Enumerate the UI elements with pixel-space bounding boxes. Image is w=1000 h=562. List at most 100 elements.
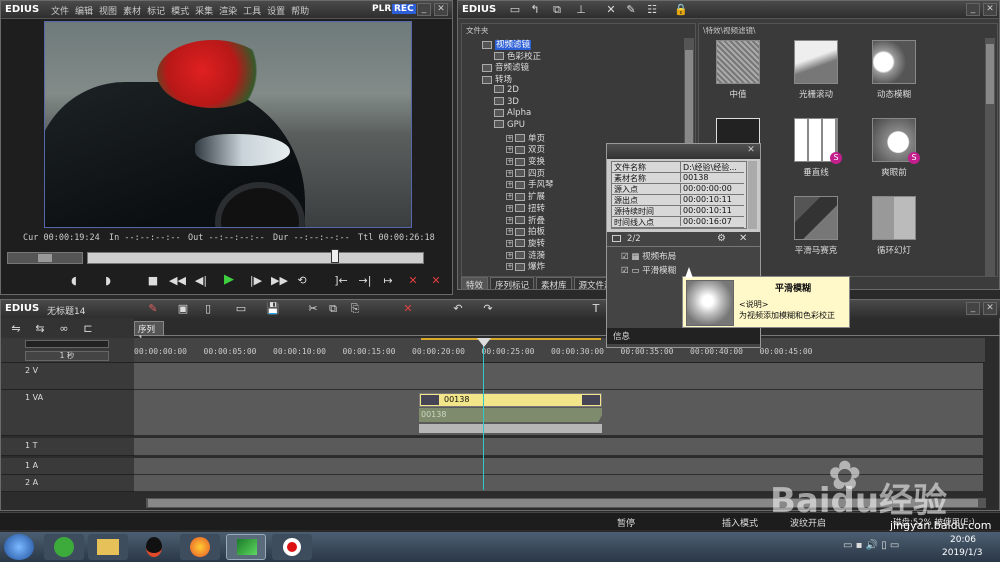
tree-item[interactable]: + 涟漪	[506, 249, 545, 261]
props-icon[interactable]: ✎	[624, 3, 638, 17]
tree-item[interactable]: 2D	[494, 85, 519, 95]
tl-paste-icon[interactable]: ⎘	[348, 302, 362, 316]
minimize-button[interactable]: _	[417, 3, 431, 16]
playhead-handle[interactable]	[477, 338, 491, 347]
effect-raster-scroll[interactable]	[794, 40, 838, 84]
tree-item[interactable]: 音频滤镜	[482, 61, 529, 73]
effect-mosaic-smooth[interactable]	[794, 196, 838, 240]
video-clip[interactable]: 00138	[419, 393, 602, 407]
tree-item[interactable]: + 四页	[506, 167, 545, 179]
tl-minimize-button[interactable]: _	[966, 302, 980, 315]
taskbar-qq-icon[interactable]	[134, 534, 174, 560]
start-button[interactable]	[4, 534, 34, 560]
track-header-2v[interactable]: 2 V	[1, 363, 134, 390]
rewind-icon[interactable]: ◀◀	[169, 274, 186, 288]
menu-item-10[interactable]: 帮助	[291, 4, 309, 17]
tl-cut-icon[interactable]: ✂	[306, 302, 320, 316]
filter-row-smooth-blur[interactable]: ☑ ▭ 平滑模糊	[621, 264, 676, 276]
snap-icon[interactable]: ⊏	[81, 322, 95, 336]
copy-icon[interactable]: ⧉	[550, 3, 564, 17]
lock-icon[interactable]: 🔒	[674, 3, 688, 17]
filter-row-layout[interactable]: ☑ ▦ 视频布局	[621, 250, 676, 262]
link-icon[interactable]: ⇋	[9, 322, 23, 336]
tree-item[interactable]: + 单页	[506, 132, 545, 144]
tl-close-button[interactable]: ✕	[983, 302, 997, 315]
tray-icons[interactable]: ▭ ▪ 🔊 ▯ ▭	[843, 540, 899, 551]
stop-icon[interactable]: ■	[146, 274, 160, 288]
fast-forward-icon[interactable]: ▶▶	[271, 274, 288, 288]
menu-item-8[interactable]: 工具	[243, 4, 261, 17]
tree-item[interactable]: 色彩校正	[494, 50, 541, 62]
overwrite-icon[interactable]: →|	[358, 274, 372, 288]
tree-item[interactable]: GPU	[494, 120, 525, 130]
tree-item[interactable]: + 扩展	[506, 190, 545, 202]
menu-item-0[interactable]: 文件	[51, 4, 69, 17]
track-lane-2v[interactable]	[134, 363, 983, 390]
set-out-icon[interactable]: ◗	[101, 274, 115, 288]
tl-disk-icon[interactable]: 💾	[266, 302, 280, 316]
menu-item-2[interactable]: 视图	[99, 4, 117, 17]
taskbar-edius-icon[interactable]	[226, 534, 266, 560]
tree-item[interactable]: + 双页	[506, 143, 545, 155]
more-icon[interactable]: ✕	[429, 274, 443, 288]
taskbar-firefox-icon[interactable]	[180, 534, 220, 560]
step-back-icon[interactable]: ◀|	[194, 274, 208, 288]
sequence-tab[interactable]: 序列1	[134, 321, 164, 345]
filter-settings-icon[interactable]: ⚙	[717, 233, 726, 244]
effects-scrollbar[interactable]	[985, 38, 995, 276]
position-marker[interactable]	[331, 249, 339, 263]
track-header-1a[interactable]: 1 A	[1, 458, 134, 475]
bin-tab[interactable]: 特效	[461, 277, 489, 291]
group-icon[interactable]: ⇆	[33, 322, 47, 336]
bin-tab[interactable]: 序列标记	[490, 277, 535, 291]
replace-icon[interactable]: ↦	[381, 274, 395, 288]
tree-item[interactable]: 3D	[494, 97, 519, 107]
taskbar-explorer-icon[interactable]	[88, 534, 128, 560]
loop-icon[interactable]: ⟲	[295, 274, 309, 288]
zoom-select[interactable]: 1 秒	[25, 351, 109, 361]
tree-item[interactable]: + 拍板	[506, 225, 545, 237]
effect-motion-blur[interactable]	[872, 40, 916, 84]
delete-icon[interactable]: ✕	[406, 274, 420, 288]
tl-mode-icon[interactable]: ✎	[146, 302, 160, 316]
track-header-2a[interactable]: 2 A	[1, 475, 134, 492]
tree-item[interactable]: 转场	[482, 73, 512, 85]
delete-bin-icon[interactable]: ✕	[604, 3, 618, 17]
taskbar-refresh-icon[interactable]	[44, 534, 84, 560]
close-button[interactable]: ✕	[434, 3, 448, 16]
paste-icon[interactable]: ⊥	[574, 3, 588, 17]
tl-copy-icon[interactable]: ⧉	[326, 302, 340, 316]
folder-icon[interactable]: ▭	[508, 3, 522, 17]
tree-item[interactable]: Alpha	[494, 108, 531, 118]
audio-clip[interactable]: 00138	[419, 408, 602, 422]
tree-item[interactable]: + 折叠	[506, 214, 545, 226]
playhead[interactable]	[483, 340, 484, 490]
menu-item-9[interactable]: 设置	[267, 4, 285, 17]
taskbar-record-icon[interactable]	[272, 534, 312, 560]
zoom-slider[interactable]	[25, 340, 109, 348]
bin-minimize-button[interactable]: _	[966, 3, 980, 16]
tl-new-icon[interactable]: ▯	[201, 302, 215, 316]
tree-item[interactable]: 视频滤镜	[482, 38, 532, 50]
jog-slider[interactable]	[7, 252, 83, 264]
menu-item-5[interactable]: 模式	[171, 4, 189, 17]
plr-label[interactable]: PLR	[372, 4, 391, 14]
menu-item-1[interactable]: 编辑	[75, 4, 93, 17]
tree-item[interactable]: + 爆炸	[506, 260, 545, 272]
tree-item[interactable]: + 手风琴	[506, 178, 554, 190]
tl-redo-icon[interactable]: ↷	[481, 302, 495, 316]
props-close-button[interactable]: ✕	[744, 145, 758, 158]
bin-close-button[interactable]: ✕	[983, 3, 997, 16]
rec-label[interactable]: REC	[392, 4, 416, 14]
menu-item-4[interactable]: 标记	[147, 4, 165, 17]
tl-text-icon[interactable]: T	[589, 302, 603, 316]
ripple-icon[interactable]: ∞	[57, 322, 71, 336]
step-forward-icon[interactable]: |▶	[249, 274, 263, 288]
tree-item[interactable]: + 扭转	[506, 202, 545, 214]
effect-median[interactable]	[716, 40, 760, 84]
tl-delete-icon[interactable]: ✕	[401, 302, 415, 316]
tl-undo-icon[interactable]: ↶	[451, 302, 465, 316]
tl-save-icon[interactable]: ▣	[176, 302, 190, 316]
menu-item-7[interactable]: 渲染	[219, 4, 237, 17]
props-scrollbar[interactable]	[748, 161, 757, 229]
